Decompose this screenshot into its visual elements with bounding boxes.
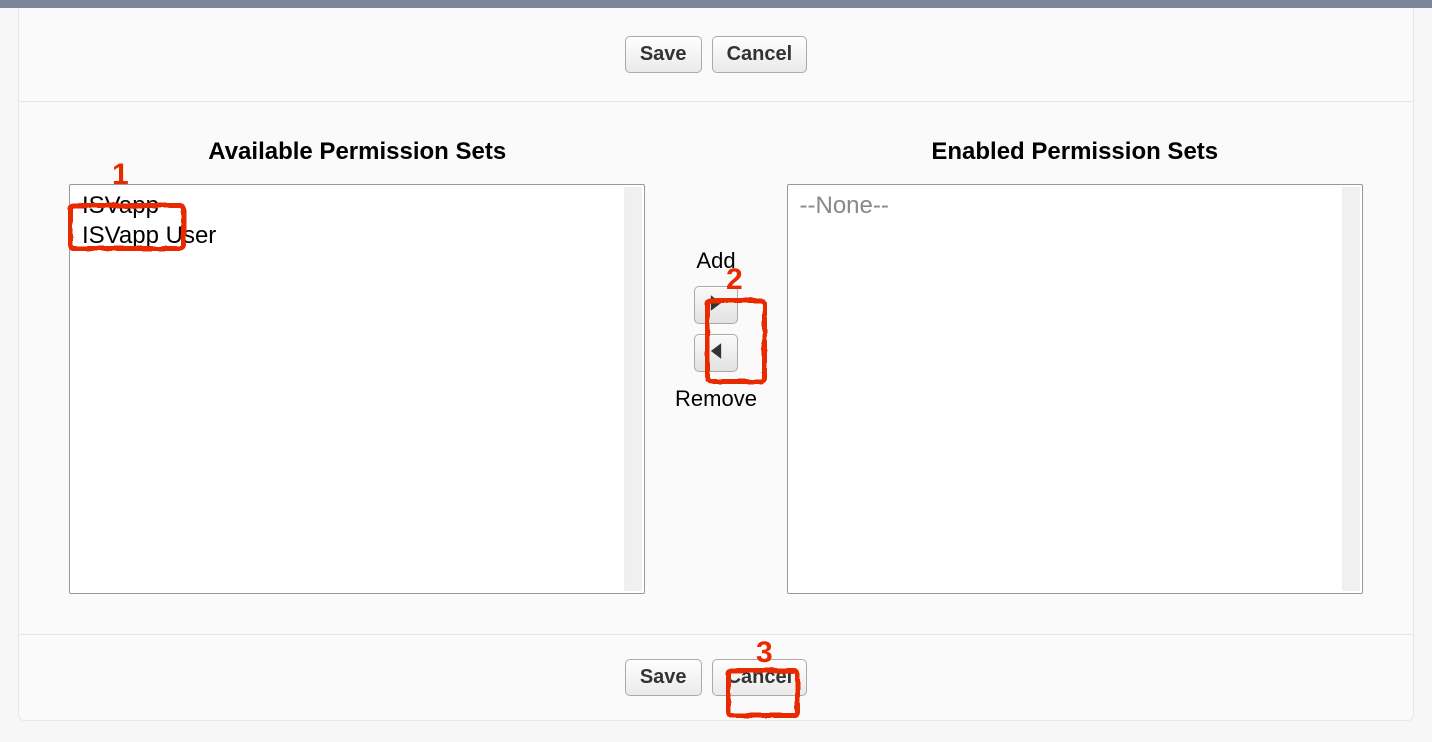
remove-button[interactable] [694,334,738,372]
arrow-right-icon [709,294,723,317]
save-button-top[interactable]: Save [625,36,702,73]
top-button-row: Save Cancel [19,8,1413,102]
enabled-listbox[interactable]: --None-- [787,184,1363,594]
available-header: Available Permission Sets [208,138,506,166]
cancel-button-bottom[interactable]: Cancel [712,659,808,696]
bottom-button-row: Save Cancel [19,634,1413,720]
enabled-scrollbar[interactable] [1342,187,1360,591]
enabled-column: Enabled Permission Sets --None-- [787,138,1363,594]
window-top-border [0,0,1432,8]
save-button-bottom[interactable]: Save [625,659,702,696]
available-option-isvapp-user[interactable]: ISVapp User [76,221,638,251]
cancel-button-top[interactable]: Cancel [712,36,808,73]
arrow-left-icon [709,342,723,365]
enabled-header: Enabled Permission Sets [931,138,1218,166]
available-column: Available Permission Sets ISVapp ISVapp … [69,138,645,594]
available-listbox[interactable]: ISVapp ISVapp User [69,184,645,594]
add-label: Add [696,248,735,274]
available-option-isvapp[interactable]: ISVapp [76,191,638,221]
permission-set-panel: Save Cancel Available Permission Sets IS… [18,8,1414,721]
transfer-controls: Add Remove [673,138,758,412]
enabled-placeholder: --None-- [794,191,1356,221]
dueling-list-area: Available Permission Sets ISVapp ISVapp … [19,102,1413,634]
available-scrollbar[interactable] [624,187,642,591]
remove-label: Remove [675,386,757,412]
add-button[interactable] [694,286,738,324]
